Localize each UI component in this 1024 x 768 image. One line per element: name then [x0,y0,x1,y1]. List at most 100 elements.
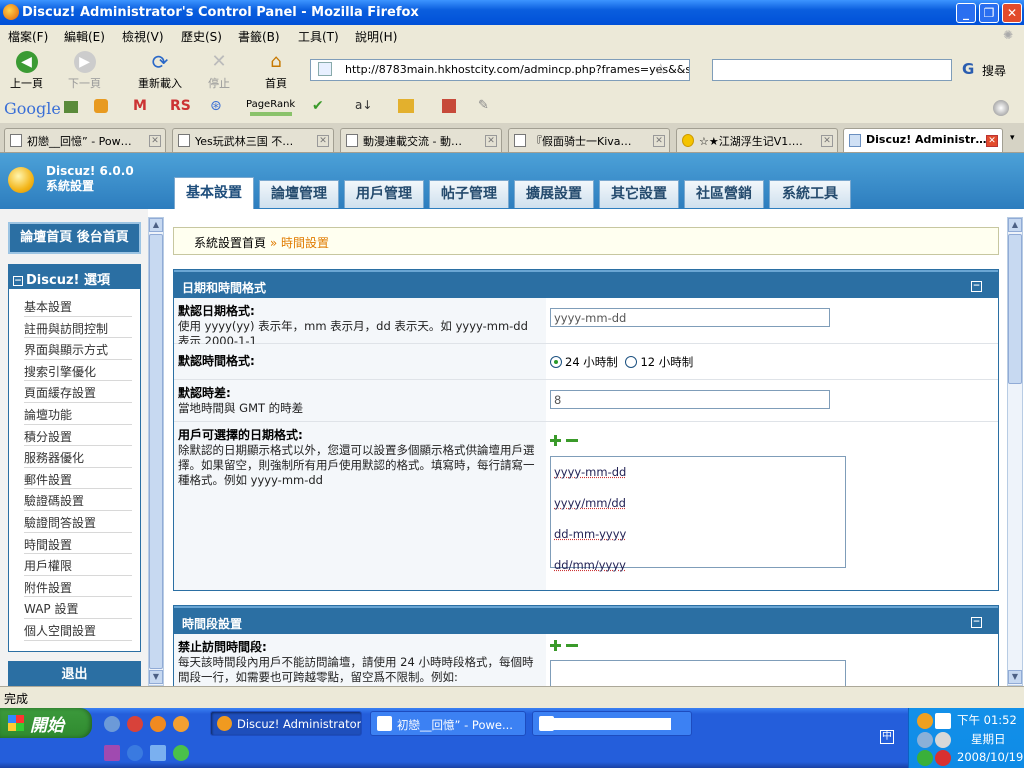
gmail-icon[interactable]: M [133,98,147,114]
sidebar-item[interactable]: 頁面緩存設置 [24,381,132,403]
collapse-icon[interactable]: − [971,281,982,292]
sidebar-item[interactable]: 用戶權限 [24,554,132,576]
sidebar-item[interactable]: 個人空間設置 [24,619,132,641]
settings-circle-icon[interactable] [993,100,1009,116]
quicklaunch-app-icon[interactable] [127,716,143,732]
search-engine-icon[interactable]: G [962,60,974,78]
translate-icon[interactable]: a↓ [355,98,372,112]
close-button[interactable]: ✕ [1002,3,1022,23]
radio-24h-label[interactable]: 24 小時制 [565,355,618,369]
sidebar-item[interactable]: 界面與顯示方式 [24,338,132,360]
folder-up-icon[interactable] [398,99,414,113]
sidebar-scrollbar[interactable]: ▲ ▼ [148,217,164,686]
reload-button[interactable]: ⟳ 重新載入 [138,51,182,91]
quicklaunch-browser-icon[interactable] [173,716,189,732]
remove-icon[interactable] [566,644,578,647]
quicklaunch-firefox-icon[interactable] [150,716,166,732]
tray-media-icon[interactable] [935,713,951,729]
bookmarks-icon[interactable] [94,99,108,113]
add-icon[interactable] [550,435,561,446]
sidebar-item[interactable]: 搜索引擎優化 [24,360,132,382]
tab-extension-settings[interactable]: 擴展設置 [514,180,594,208]
radio-24h[interactable] [550,356,562,368]
tab-forum-management[interactable]: 論壇管理 [259,180,339,208]
sidebar-item[interactable]: 驗證問答設置 [24,511,132,533]
sidebar-item[interactable]: 論壇功能 [24,403,132,425]
restore-button[interactable]: ❐ [979,3,999,23]
tab-3[interactable]: 動漫連載交流 - 動… ✕ [340,128,502,152]
quicklaunch-game-icon[interactable] [104,745,120,761]
scroll-down-arrow-icon[interactable]: ▼ [149,670,163,684]
tab-close-icon[interactable]: ✕ [317,135,329,147]
tray-alert-icon[interactable] [935,750,951,766]
tab-1[interactable]: 初戀__回憶” - Pow… ✕ [4,128,166,152]
quicklaunch-ie-icon[interactable] [127,745,143,761]
sidebar-item[interactable]: 基本設置 [24,295,132,317]
tab-close-icon[interactable]: ✕ [821,135,833,147]
timezone-offset-input[interactable]: 8 [550,390,830,409]
highlighter-icon[interactable]: ✎ [478,98,489,113]
stop-button[interactable]: ✕ 停止 [208,51,230,91]
menu-file[interactable]: 檔案(F) [8,28,48,45]
language-bar-icon[interactable]: 中 [880,730,894,744]
menu-view[interactable]: 檢視(V) [122,28,164,45]
tab-user-management[interactable]: 用戶管理 [344,180,424,208]
tab-close-icon[interactable]: ✕ [149,135,161,147]
google-logo[interactable]: Google [4,99,61,118]
rs-icon[interactable]: RS [170,98,191,114]
menu-history[interactable]: 歷史(S) [181,28,222,45]
send-icon[interactable] [442,99,456,113]
quicklaunch-network-icon[interactable] [104,716,120,732]
bookmark-star-icon[interactable]: ☆ [654,60,667,78]
sidebar-item[interactable]: 積分設置 [24,425,132,447]
tab-system-tools[interactable]: 系統工具 [769,180,851,208]
scroll-down-arrow-icon[interactable]: ▼ [1008,670,1022,684]
tab-post-management[interactable]: 帖子管理 [429,180,509,208]
task-discuz-admin[interactable]: Discuz! Administrator'... [210,711,362,736]
tray-app-icon[interactable] [917,713,933,729]
tab-close-icon[interactable]: ✕ [986,135,998,147]
spellcheck-icon[interactable]: ✔ [312,98,324,114]
forward-button[interactable]: ▶ 下一頁 [68,51,101,91]
back-button[interactable]: ◀ 上一頁 [10,51,43,91]
sidebar-home-links[interactable]: 論壇首頁 後台首頁 [8,222,141,254]
menu-tools[interactable]: 工具(T) [298,28,339,45]
tab-community-marketing[interactable]: 社區營銷 [684,180,764,208]
tab-list-icon[interactable]: ▾ [1010,133,1015,143]
clock-time[interactable]: 下午 01:52 [957,712,1017,728]
sidebar-item[interactable]: WAP 設置 [24,597,132,619]
home-button[interactable]: ⌂ 首頁 [265,51,287,91]
exit-button[interactable]: 退出 [8,661,141,686]
search-label[interactable]: 搜尋 [982,62,1006,79]
url-bar[interactable]: http://8783main.hkhostcity.com/admincp.p… [310,59,690,81]
sidebar-item[interactable]: 附件設置 [24,576,132,598]
breadcrumb-root[interactable]: 系統設置首頁 [194,236,266,250]
menu-help[interactable]: 說明(H) [355,28,397,45]
sidebar-item[interactable]: 驗證碼設置 [24,489,132,511]
remove-icon[interactable] [566,439,578,442]
tray-volume-icon[interactable] [935,732,951,748]
banned-periods-textarea[interactable] [550,660,846,686]
task-redacted[interactable] [532,711,692,736]
menu-edit[interactable]: 編輯(E) [64,28,105,45]
minimize-button[interactable]: _ [956,3,976,23]
main-scrollbar[interactable]: ▲ ▼ [1007,217,1023,686]
window-titlebar[interactable]: Discuz! Administrator's Control Panel - … [0,0,1024,25]
quicklaunch-messenger-icon[interactable] [173,745,189,761]
tab-close-icon[interactable]: ✕ [485,135,497,147]
sidebar-section-header[interactable]: − Discuz! 選項 [9,265,140,289]
scroll-up-arrow-icon[interactable]: ▲ [149,218,163,232]
start-button[interactable]: 開始 [0,708,92,738]
tab-2[interactable]: Yes玩武林三国 不… ✕ [172,128,334,152]
tab-4[interactable]: 『假面骑士一Kiva… ✕ [508,128,670,152]
menu-bookmarks[interactable]: 書籤(B) [238,28,280,45]
tab-close-icon[interactable]: ✕ [653,135,665,147]
radio-12h[interactable] [625,356,638,368]
tab-basic-settings[interactable]: 基本設置 [174,177,254,209]
collapse-icon[interactable]: − [971,617,982,628]
task-powerpoint[interactable]: 初戀__回憶” - Powe... [370,711,526,736]
default-date-format-input[interactable]: yyyy-mm-dd [550,308,830,327]
quicklaunch-explorer-icon[interactable] [150,745,166,761]
scroll-thumb[interactable] [1008,234,1022,384]
google-search-icon[interactable] [64,101,78,113]
